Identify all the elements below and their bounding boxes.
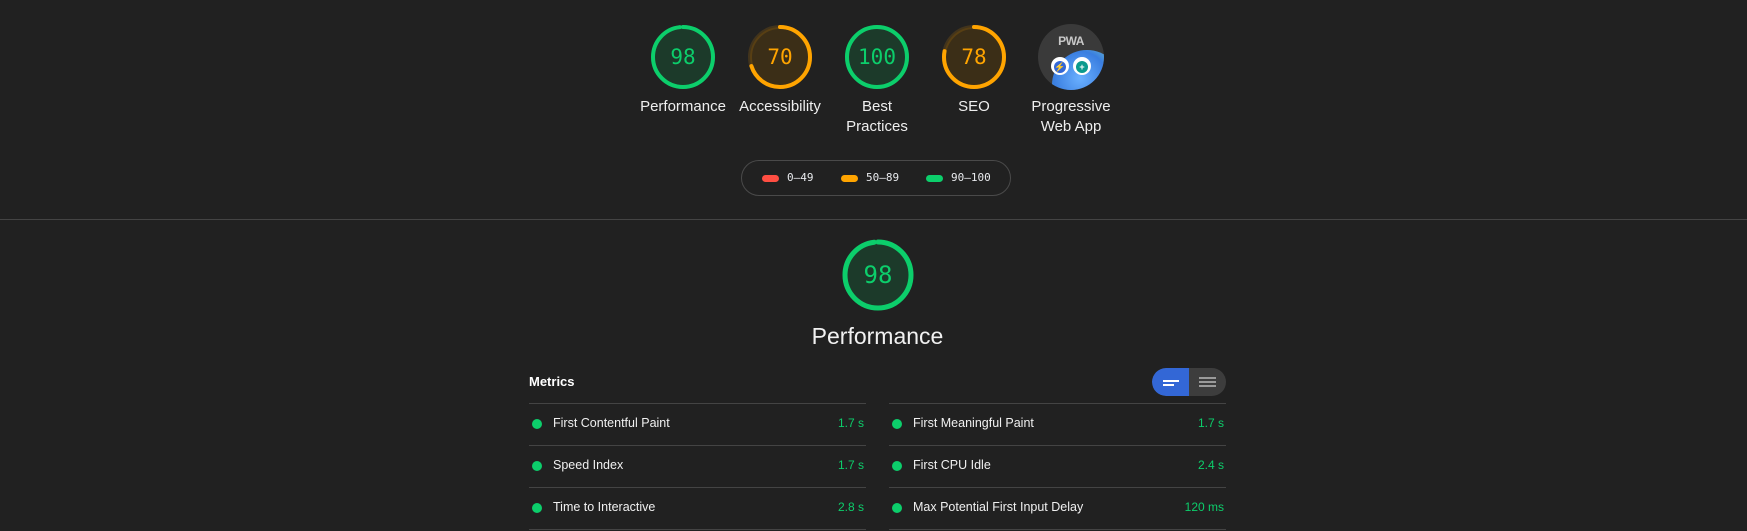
score-scale-legend: 0–49 50–89 90–100: [741, 160, 1011, 196]
legend-range: 50–89: [866, 171, 900, 184]
toggle-expanded-view[interactable]: [1189, 368, 1226, 396]
metric-name: Time to Interactive: [553, 500, 656, 514]
legend-item-pass: 90–100: [926, 161, 991, 195]
metric-name: Max Potential First Input Delay: [913, 500, 1084, 514]
installable-icon: +: [1073, 57, 1091, 75]
legend-item-fail: 0–49: [762, 161, 814, 195]
metric-first-meaningful-paint: First Meaningful Paint 1.7 s: [889, 403, 1226, 445]
metric-first-cpu-idle: First CPU Idle 2.4 s: [889, 445, 1226, 487]
legend-swatch: [841, 174, 858, 182]
toggle-summary-view[interactable]: [1152, 368, 1189, 396]
metric-name: Speed Index: [553, 458, 624, 472]
pass-indicator: [892, 461, 902, 471]
gauge-label: Best Practices: [846, 98, 908, 135]
gauge-seo[interactable]: 78 SEO: [919, 24, 1029, 117]
pwa-badge-text: PWA: [1058, 34, 1084, 48]
metric-value: 2.4 s: [1197, 458, 1224, 472]
legend-swatch: [926, 174, 943, 182]
pass-indicator: [892, 419, 902, 429]
metric-name: First CPU Idle: [913, 458, 991, 472]
legend-item-average: 50–89: [841, 161, 899, 195]
pass-indicator: [532, 503, 542, 513]
gauge-label: SEO: [958, 98, 990, 115]
metric-value: 1.7 s: [837, 458, 864, 472]
gauge-label: Accessibility: [739, 98, 821, 115]
section-divider: [0, 219, 1747, 220]
metrics-heading: Metrics: [529, 374, 575, 389]
metric-value: 1.7 s: [1197, 416, 1224, 430]
metric-time-to-interactive: Time to Interactive 2.8 s: [529, 487, 866, 529]
metrics-column-right: First Meaningful Paint 1.7 s First CPU Id…: [889, 403, 1226, 531]
gauge-score: 98: [670, 45, 696, 69]
gauge-performance[interactable]: 98 Performance: [628, 24, 738, 117]
category-summary: 98 Performance 70 Accessibility 100 Best…: [0, 0, 1747, 219]
metrics-view-toggle[interactable]: [1152, 368, 1226, 396]
fast-reliable-icon: ⚡: [1051, 57, 1069, 75]
category-gauges: 98 Performance 70 Accessibility 100 Best…: [0, 24, 1747, 144]
gauge-accessibility[interactable]: 70 Accessibility: [725, 24, 835, 117]
gauge-score: 100: [858, 45, 896, 69]
metrics-column-left: First Contentful Paint 1.7 s Speed Index 1…: [529, 403, 866, 531]
legend-range: 0–49: [787, 171, 814, 184]
legend-swatch: [762, 174, 779, 182]
metric-max-potential-fid: Max Potential First Input Delay 120 ms: [889, 487, 1226, 529]
metric-name: First Contentful Paint: [553, 416, 670, 430]
legend-range: 90–100: [951, 171, 991, 184]
gauge-pwa[interactable]: PWA ⚡ + Progressive Web App: [1016, 24, 1126, 137]
performance-gauge: 98: [841, 238, 915, 312]
metric-value: 2.8 s: [837, 500, 864, 514]
gauge-score: 78: [961, 45, 987, 69]
performance-title: Performance: [811, 323, 944, 349]
metric-value: 1.7 s: [837, 416, 864, 430]
pass-indicator: [532, 419, 542, 429]
pass-indicator: [892, 503, 902, 513]
metric-value: 120 ms: [1184, 500, 1224, 514]
metric-speed-index: Speed Index 1.7 s: [529, 445, 866, 487]
gauge-label: Progressive Web App: [1031, 98, 1111, 135]
performance-score: 98: [863, 261, 893, 289]
gauge-score: 70: [767, 45, 793, 69]
metric-first-contentful-paint: First Contentful Paint 1.7 s: [529, 403, 866, 445]
pwa-badge: PWA ⚡ +: [1038, 24, 1104, 90]
gauge-best-practices[interactable]: 100 Best Practices: [822, 24, 932, 137]
pass-indicator: [532, 461, 542, 471]
gauge-label: Performance: [640, 98, 726, 115]
metric-name: First Meaningful Paint: [913, 416, 1034, 430]
